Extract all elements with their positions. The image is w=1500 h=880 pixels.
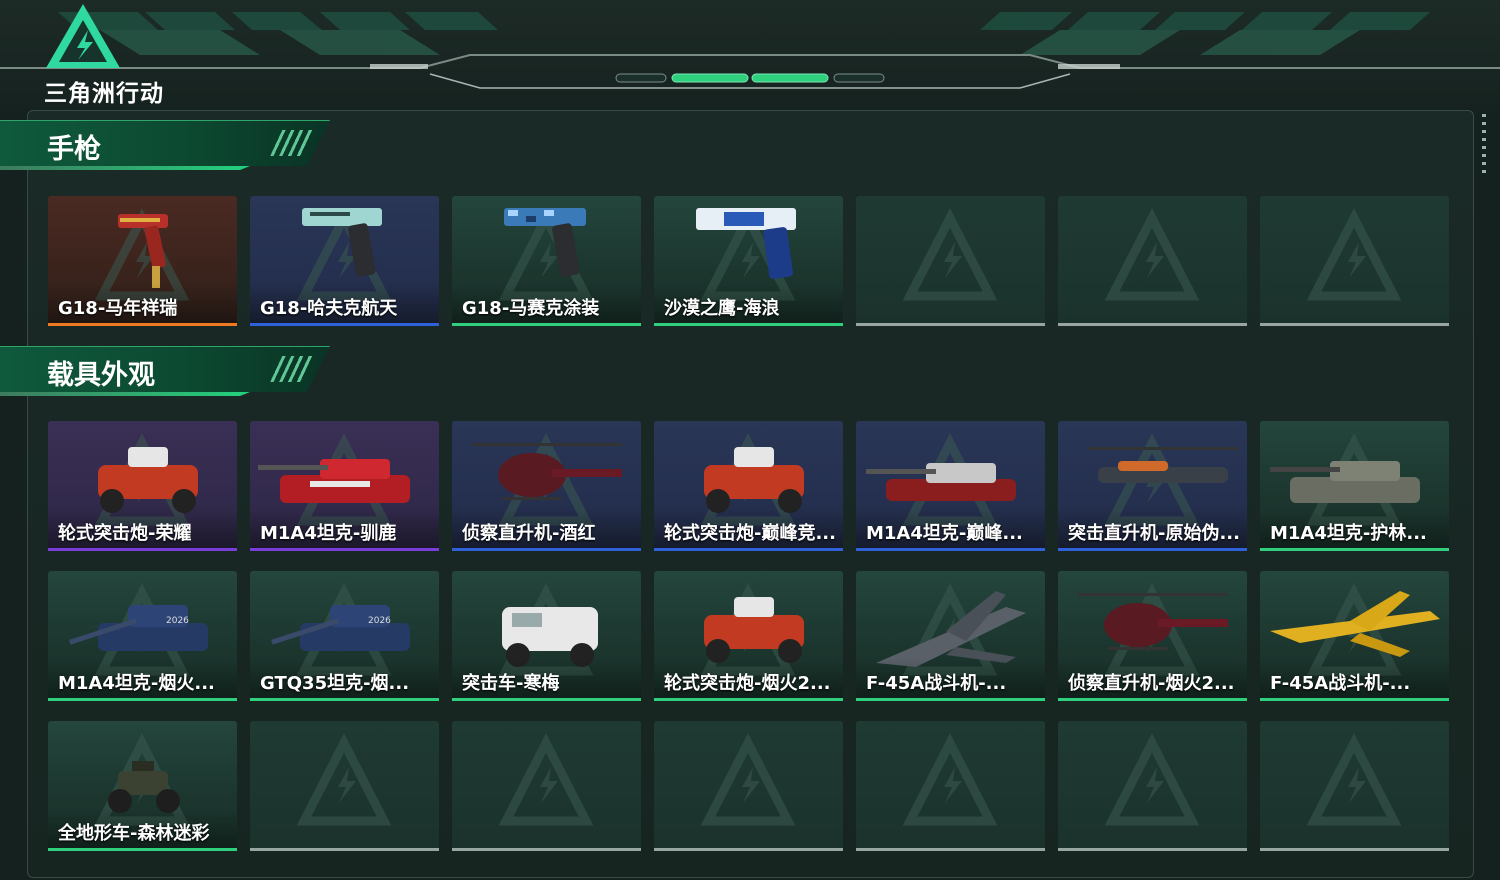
rarity-bar — [452, 548, 641, 551]
item-name: 侦察直升机-酒红 — [462, 523, 596, 544]
rarity-bar — [856, 323, 1045, 326]
section-title: 手枪 — [0, 120, 340, 174]
item-name: F-45A战斗机-... — [866, 673, 1007, 694]
empty-item-slot — [1058, 721, 1247, 851]
delta-watermark-icon — [1104, 208, 1200, 301]
rarity-bar — [48, 323, 237, 326]
rarity-bar — [856, 848, 1045, 851]
rarity-bar — [856, 698, 1045, 701]
item-card[interactable]: 轮式突击炮-荣耀 — [48, 421, 237, 551]
rarity-bar — [452, 323, 641, 326]
item-name: M1A4坦克-烟火... — [58, 673, 215, 694]
item-card[interactable]: 轮式突击炮-巅峰竞... — [654, 421, 843, 551]
item-name: GTQ35坦克-烟... — [260, 673, 410, 694]
empty-item-slot — [452, 721, 641, 851]
item-name: 轮式突击炮-烟火2... — [664, 673, 831, 694]
item-card[interactable]: G18-马年祥瑞 — [48, 196, 237, 326]
item-name: 突击直升机-原始伪... — [1068, 523, 1240, 544]
section-title-label: 手枪 — [47, 134, 101, 165]
delta-watermark-icon — [1104, 733, 1200, 826]
rarity-bar — [1260, 548, 1449, 551]
item-name: G18-马赛克涂装 — [462, 298, 600, 319]
item-name: 突击车-寒梅 — [462, 673, 560, 694]
rarity-bar — [48, 848, 237, 851]
section-title-underline — [0, 166, 250, 170]
rarity-bar — [250, 848, 439, 851]
scrollbar-indicator[interactable] — [1482, 114, 1486, 178]
delta-watermark-icon — [902, 733, 998, 826]
item-card[interactable]: 突击直升机-原始伪... — [1058, 421, 1247, 551]
item-name: M1A4坦克-巅峰... — [866, 523, 1023, 544]
empty-item-slot — [1260, 721, 1449, 851]
rarity-bar — [48, 548, 237, 551]
section-title: 载具外观 — [0, 346, 340, 400]
delta-watermark-icon — [498, 733, 594, 826]
svg-text:2026: 2026 — [368, 616, 391, 626]
delta-watermark-icon — [296, 733, 392, 826]
item-name: 全地形车-森林迷彩 — [58, 823, 210, 844]
item-card[interactable]: 突击车-寒梅 — [452, 571, 641, 701]
item-card[interactable]: 侦察直升机-烟火2... — [1058, 571, 1247, 701]
item-name: M1A4坦克-驯鹿 — [260, 523, 397, 544]
item-name: G18-哈夫克航天 — [260, 298, 398, 319]
empty-item-slot — [856, 721, 1045, 851]
logo-text: 三角洲行动 — [44, 81, 164, 107]
empty-item-slot — [856, 196, 1045, 326]
item-card[interactable]: F-45A战斗机-... — [856, 571, 1045, 701]
delta-watermark-icon — [700, 733, 796, 826]
rarity-bar — [1058, 548, 1247, 551]
header-bar: 三角洲行动 — [0, 0, 1500, 110]
item-card[interactable]: 全地形车-森林迷彩 — [48, 721, 237, 851]
rarity-bar — [1058, 323, 1247, 326]
rarity-bar — [452, 698, 641, 701]
rarity-bar — [654, 698, 843, 701]
empty-item-slot — [250, 721, 439, 851]
rarity-bar — [250, 698, 439, 701]
item-name: M1A4坦克-护林... — [1270, 523, 1427, 544]
empty-item-slot — [1058, 196, 1247, 326]
empty-item-slot — [654, 721, 843, 851]
item-name: 轮式突击炮-巅峰竞... — [664, 523, 836, 544]
item-name: G18-马年祥瑞 — [58, 298, 178, 319]
item-card[interactable]: G18-马赛克涂装 — [452, 196, 641, 326]
item-card[interactable]: 侦察直升机-酒红 — [452, 421, 641, 551]
rarity-bar — [1260, 698, 1449, 701]
delta-watermark-icon — [1306, 733, 1402, 826]
item-card[interactable]: 2026 GTQ35坦克-烟... — [250, 571, 439, 701]
rarity-bar — [250, 548, 439, 551]
item-card[interactable]: 沙漠之鹰-海浪 — [654, 196, 843, 326]
item-card[interactable]: 轮式突击炮-烟火2... — [654, 571, 843, 701]
rarity-bar — [856, 548, 1045, 551]
delta-watermark-icon — [902, 208, 998, 301]
rarity-bar — [452, 848, 641, 851]
rarity-bar — [1058, 848, 1247, 851]
section-title-label: 载具外观 — [47, 360, 155, 391]
item-card[interactable]: F-45A战斗机-... — [1260, 571, 1449, 701]
rarity-bar — [1260, 323, 1449, 326]
rarity-bar — [1260, 848, 1449, 851]
item-card[interactable]: M1A4坦克-巅峰... — [856, 421, 1045, 551]
item-card[interactable]: G18-哈夫克航天 — [250, 196, 439, 326]
game-logo: 三角洲行动 — [44, 2, 184, 107]
section-title-underline — [0, 392, 250, 396]
empty-item-slot — [1260, 196, 1449, 326]
item-name: 轮式突击炮-荣耀 — [58, 523, 192, 544]
delta-triangle-icon — [46, 4, 120, 68]
item-card[interactable]: 2026 M1A4坦克-烟火... — [48, 571, 237, 701]
rarity-bar — [654, 848, 843, 851]
rarity-bar — [48, 698, 237, 701]
svg-text:2026: 2026 — [166, 616, 189, 626]
delta-watermark-icon — [1306, 208, 1402, 301]
item-card[interactable]: M1A4坦克-护林... — [1260, 421, 1449, 551]
header-decoration — [0, 12, 1500, 89]
item-name: 侦察直升机-烟火2... — [1068, 673, 1235, 694]
rarity-bar — [1058, 698, 1247, 701]
rarity-bar — [654, 323, 843, 326]
item-name: 沙漠之鹰-海浪 — [664, 298, 780, 319]
rarity-bar — [250, 323, 439, 326]
item-card[interactable]: M1A4坦克-驯鹿 — [250, 421, 439, 551]
rarity-bar — [654, 548, 843, 551]
item-name: F-45A战斗机-... — [1270, 673, 1411, 694]
